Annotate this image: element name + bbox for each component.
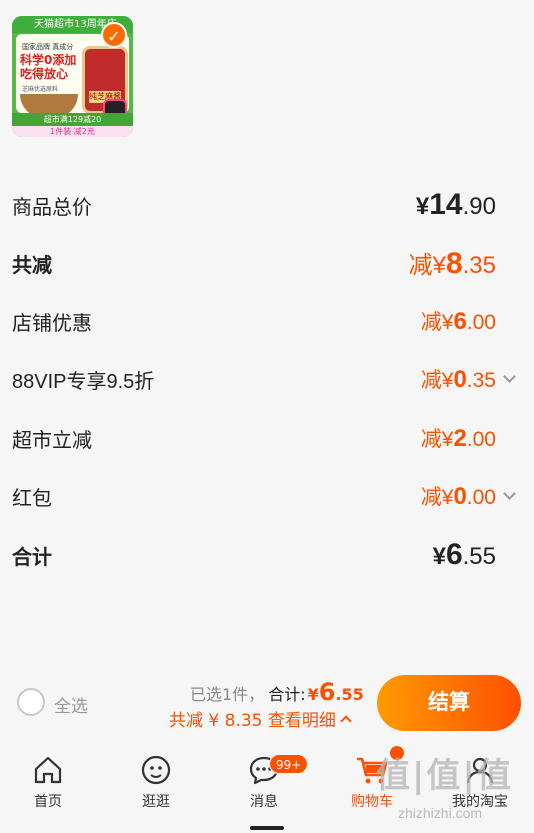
row-store-coupon: 店铺优惠 减¥ 6.00 xyxy=(12,301,496,341)
tab-messages-label: 消息 xyxy=(250,794,278,810)
select-all-checkbox[interactable] xyxy=(17,688,45,716)
tab-browse[interactable]: 逛逛 xyxy=(116,753,196,811)
row-total: 合计 ¥6.55 xyxy=(12,535,496,575)
select-all-label[interactable]: 全选 xyxy=(54,692,88,717)
row-vip[interactable]: 88VIP专享9.5折 减¥ 0.35 xyxy=(12,359,496,399)
checkout-total-label: 合计: xyxy=(268,685,306,704)
product-promo: 超市满129减20 xyxy=(12,113,133,126)
red-packet-label: 红包 xyxy=(12,487,52,510)
selected-check-icon[interactable]: ✓ xyxy=(101,22,127,48)
product-thumbnail[interactable]: 天猫超市13周年庆 国家品牌 真成分 科学0添加 吃得放心 芝麻优选原料 纯芝麻… xyxy=(12,16,133,137)
messages-badge: 99+ xyxy=(269,754,309,774)
tab-home-label: 首页 xyxy=(34,794,62,810)
checkout-bar: 全选 已选1件， 合计: ¥6.55 共减 ¥ 8.35 查看明细 结算 xyxy=(0,670,534,740)
discount-summary: 共减 ¥ 8.35 查看明细 xyxy=(169,711,336,731)
checkout-button[interactable]: 结算 xyxy=(377,675,521,731)
total-label: 合计 xyxy=(12,546,52,569)
vip-label: 88VIP专享9.5折 xyxy=(12,370,155,393)
store-coupon-value: 减¥ 6.00 xyxy=(420,308,496,335)
vip-chevron-down-icon[interactable] xyxy=(503,370,516,383)
selected-count: 已选1件， xyxy=(190,685,265,704)
view-details-link[interactable]: 共减 ¥ 8.35 查看明细 xyxy=(169,706,352,731)
supermarket-label: 超市立减 xyxy=(12,429,92,452)
checkout-total-amount: ¥6.55 xyxy=(307,678,364,706)
supermarket-value: 减¥ 2.00 xyxy=(420,425,496,452)
red-packet-chevron-down-icon[interactable] xyxy=(503,487,516,500)
total-discount-value: 减¥ 8.35 xyxy=(408,247,496,280)
total-discount-label: 共减 xyxy=(12,254,52,277)
selected-summary: 已选1件， 合计: ¥6.55 xyxy=(190,678,364,706)
red-packet-value: 减¥ 0.00 xyxy=(420,483,496,510)
vip-value: 减¥ 0.35 xyxy=(420,366,496,393)
total-goods-value: ¥14.90 xyxy=(415,188,496,221)
row-total-discount: 共减 减¥ 8.35 xyxy=(12,243,496,283)
store-coupon-label: 店铺优惠 xyxy=(12,312,92,335)
tab-home[interactable]: 首页 xyxy=(8,753,88,811)
product-footer: 1件装 减2元 xyxy=(12,126,133,137)
watermark: 值|值|值 xyxy=(376,756,513,796)
chevron-up-icon xyxy=(340,715,352,727)
product-line2: 芝麻优选原料 xyxy=(22,86,59,93)
watermark-url: zhizhizhi.com xyxy=(398,805,483,821)
total-value: ¥6.55 xyxy=(432,538,496,571)
row-total-goods: 商品总价 ¥14.90 xyxy=(12,185,496,225)
row-supermarket: 超市立减 减¥ 2.00 xyxy=(12,418,496,458)
product-headline: 科学0添加 吃得放心 xyxy=(20,53,77,81)
row-red-packet[interactable]: 红包 减¥ 0.00 xyxy=(12,476,496,516)
tab-browse-label: 逛逛 xyxy=(142,794,170,810)
total-goods-label: 商品总价 xyxy=(12,196,92,219)
browse-icon xyxy=(139,753,173,787)
home-indicator xyxy=(250,826,284,830)
home-icon xyxy=(31,753,65,787)
product-line1: 国家品牌 真成分 xyxy=(22,43,74,51)
